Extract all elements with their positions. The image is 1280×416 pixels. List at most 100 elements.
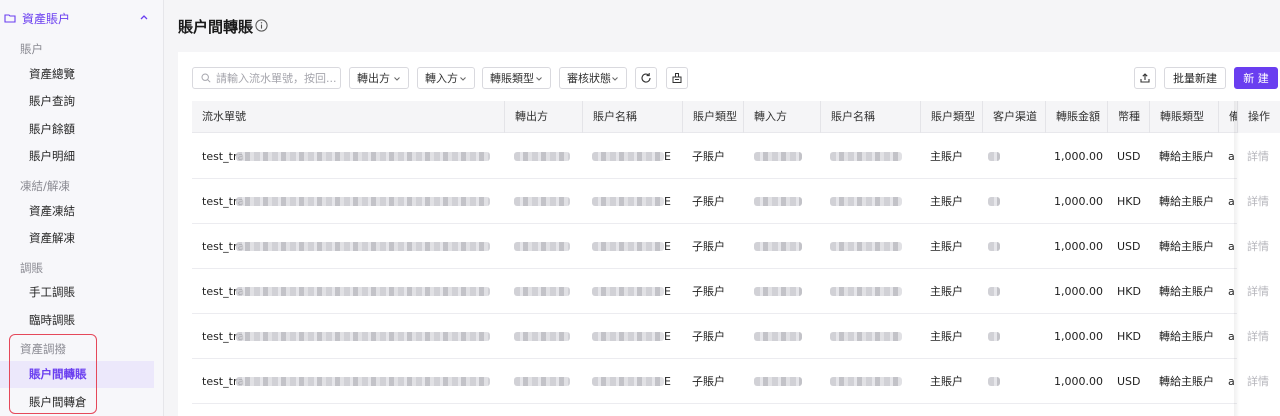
currency: HKD [1117, 285, 1141, 298]
info-icon[interactable] [255, 19, 268, 32]
currency: HKD [1117, 330, 1141, 343]
refresh-icon [641, 73, 651, 83]
redacted-account-name-out [592, 287, 664, 296]
sidebar-item-account-balance[interactable]: 賬户餘額 [0, 116, 154, 143]
sidebar-item-temp-adjust[interactable]: 臨時調賬 [0, 307, 154, 334]
table-row[interactable]: test_tra E 子賬户 主賬户 1,000.00 USD 轉給主賬户 a 詳情 [192, 224, 1280, 269]
account-type-in: 主賬户 [930, 375, 963, 388]
highlight-box [9, 334, 97, 414]
redacted-serial [236, 377, 490, 386]
dropdown-label: 轉賬類型 [490, 72, 534, 85]
col-transfer-in: 轉入方 [743, 101, 787, 133]
export-icon [1140, 73, 1150, 83]
account-name-suffix: E [664, 285, 671, 298]
detail-link[interactable]: 詳情 [1237, 224, 1280, 269]
account-name-suffix: E [664, 240, 671, 253]
dropdown-transfer-type[interactable]: 轉賬類型 [482, 67, 551, 89]
account-type-out: 子賬户 [692, 150, 725, 163]
redacted-account-name-out [592, 197, 664, 206]
search-icon [201, 73, 211, 83]
redacted-channel [988, 152, 1000, 161]
redacted-serial [236, 152, 490, 161]
search-input[interactable]: 請輸入流水單號，按回... [192, 67, 341, 89]
redacted-account-name-in [830, 332, 902, 341]
redacted-transfer-out [514, 332, 570, 341]
sidebar-item-account-detail[interactable]: 賬户明細 [0, 143, 154, 170]
redacted-account-name-out [592, 152, 664, 161]
detail-link[interactable]: 詳情 [1237, 134, 1280, 179]
redacted-channel [988, 332, 1000, 341]
redacted-channel [988, 242, 1000, 251]
transfer-type: 轉給主賬户 [1159, 150, 1214, 163]
sidebar-group-adjustment: 調賬 [20, 261, 43, 275]
col-account-name-out: 賬户名稱 [582, 101, 637, 133]
redacted-transfer-out [514, 377, 570, 386]
redacted-channel [988, 287, 1000, 296]
table-row[interactable]: test_tra E 子賬户 主賬户 1,000.00 USD 轉給主賬户 a 詳情 [192, 134, 1280, 179]
redacted-transfer-in [754, 287, 802, 296]
sidebar-item-asset-overview[interactable]: 資產總覽 [0, 61, 154, 88]
chevron-down-icon [460, 77, 466, 81]
account-type-in: 主賬户 [930, 240, 963, 253]
account-name-suffix: E [664, 150, 671, 163]
sidebar-section-asset-accounts[interactable]: 資產賬户 [0, 0, 164, 36]
account-name-suffix: E [664, 375, 671, 388]
redacted-transfer-in [754, 152, 802, 161]
table-row[interactable]: test_tra E 子賬户 主賬户 1,000.00 USD 轉給主賬户 a 詳情 [192, 359, 1280, 404]
redacted-transfer-in [754, 242, 802, 251]
currency: USD [1117, 150, 1141, 163]
folder-icon [4, 12, 16, 24]
currency: HKD [1117, 195, 1141, 208]
redacted-account-name-in [830, 242, 902, 251]
redacted-account-name-in [830, 287, 902, 296]
detail-link[interactable]: 詳情 [1237, 359, 1280, 404]
detail-link[interactable]: 詳情 [1237, 269, 1280, 314]
redacted-serial [236, 242, 490, 251]
batch-create-button[interactable]: 批量新建 [1164, 67, 1226, 89]
detail-link[interactable]: 詳情 [1237, 314, 1280, 359]
col-account-type-out: 賬户類型 [682, 101, 737, 133]
refresh-button[interactable] [635, 67, 657, 89]
export-button[interactable] [1134, 67, 1156, 89]
account-type-out: 子賬户 [692, 285, 725, 298]
new-button[interactable]: 新 建 [1234, 67, 1278, 89]
redacted-transfer-out [514, 242, 570, 251]
account-type-in: 主賬户 [930, 330, 963, 343]
account-type-out: 子賬户 [692, 375, 725, 388]
sidebar-item-asset-freeze[interactable]: 資產凍結 [0, 198, 154, 225]
account-name-suffix: E [664, 330, 671, 343]
clear-filter-button[interactable] [666, 67, 688, 89]
redacted-transfer-in [754, 197, 802, 206]
amount: 1,000.00 [1054, 240, 1103, 253]
chevron-up-icon[interactable] [138, 11, 150, 23]
col-account-name-in: 賬户名稱 [820, 101, 875, 133]
transfer-type: 轉給主賬户 [1159, 240, 1214, 253]
search-placeholder: 請輸入流水單號，按回... [216, 72, 337, 85]
amount: 1,000.00 [1054, 330, 1103, 343]
table-row[interactable]: test_tra E 子賬户 主賬户 1,000.00 HKD 轉給主賬户 a 詳情 [192, 179, 1280, 224]
redacted-serial [236, 287, 490, 296]
table-row[interactable]: test_tra E 子賬户 主賬户 1,000.00 HKD 轉給主賬户 a 詳情 [192, 314, 1280, 359]
sidebar-item-account-query[interactable]: 賬户查詢 [0, 88, 154, 115]
sidebar-item-manual-adjust[interactable]: 手工調賬 [0, 279, 154, 306]
redacted-serial [236, 332, 490, 341]
dropdown-transfer-in[interactable]: 轉入方 [417, 67, 475, 89]
redacted-account-name-in [830, 152, 902, 161]
table-header: 流水單號 轉出方 賬户名稱 賬户類型 轉入方 賬户名稱 賬户類型 客户渠道 轉賬… [192, 101, 1280, 133]
sidebar-item-asset-unfreeze[interactable]: 資產解凍 [0, 225, 154, 252]
dropdown-transfer-out[interactable]: 轉出方 [349, 67, 409, 89]
account-type-in: 主賬户 [930, 285, 963, 298]
col-currency: 幣種 [1107, 101, 1140, 133]
redacted-transfer-out [514, 197, 570, 206]
redacted-account-name-in [830, 197, 902, 206]
chevron-down-icon [394, 77, 400, 81]
transfer-type: 轉給主賬户 [1159, 285, 1214, 298]
redacted-transfer-in [754, 332, 802, 341]
dropdown-label: 審核狀態 [567, 72, 611, 85]
dropdown-review-status[interactable]: 審核狀態 [559, 67, 627, 89]
col-transfer-out: 轉出方 [504, 101, 548, 133]
detail-link[interactable]: 詳情 [1237, 179, 1280, 224]
col-action: 操作 [1237, 101, 1280, 133]
table-row[interactable]: test_tra E 子賬户 主賬户 1,000.00 HKD 轉給主賬户 a 詳情 [192, 269, 1280, 314]
sidebar-section-label: 資產賬户 [22, 11, 71, 26]
